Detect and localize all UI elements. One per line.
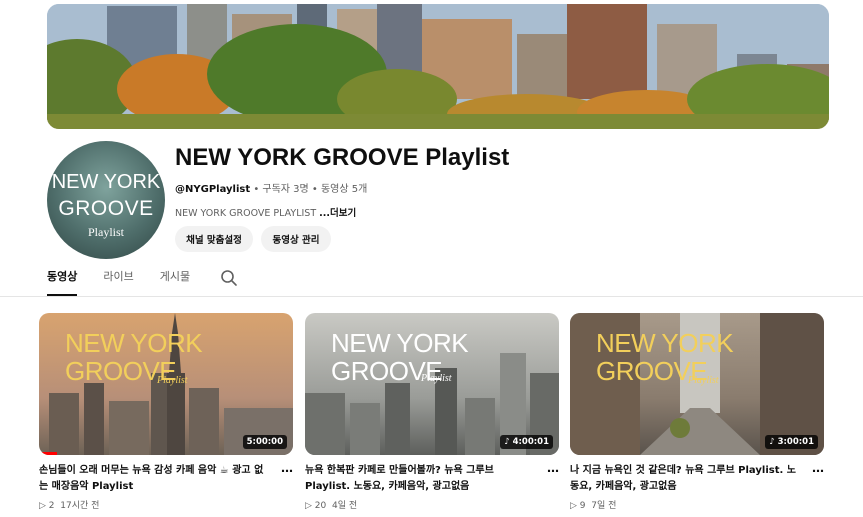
channel-description[interactable]: NEW YORK GROOVE PLAYLIST ...더보기 bbox=[175, 205, 356, 219]
avatar-line-1: NEW YORK bbox=[51, 171, 161, 193]
upload-age: 17시간 전 bbox=[60, 501, 100, 511]
tabs-divider bbox=[0, 296, 863, 297]
thumbnail-subtitle: Playlist bbox=[421, 373, 452, 384]
avatar-line-3: Playlist bbox=[87, 225, 124, 239]
video-card[interactable]: NEW YORK GROOVE Playlist ♪ 4:00:01 뉴욕 한복… bbox=[305, 313, 559, 511]
tab-live[interactable]: 라이브 bbox=[103, 264, 133, 296]
more-vert-icon[interactable]: ⋯ bbox=[547, 464, 559, 478]
video-meta: ▷ 20 4일 전 bbox=[305, 498, 559, 511]
video-thumbnail[interactable]: NEW YORK GROOVE Playlist 5:00:00 bbox=[39, 313, 293, 455]
thumbnail-title-line: NEW YORK bbox=[596, 328, 734, 358]
channel-banner bbox=[47, 4, 829, 129]
description-text: NEW YORK GROOVE PLAYLIST bbox=[175, 208, 317, 219]
manage-videos-button[interactable]: 동영상 관리 bbox=[261, 226, 331, 252]
view-count: ▷ 2 bbox=[39, 501, 55, 511]
thumbnail-subtitle: Playlist bbox=[688, 375, 719, 386]
thumbnail-subtitle: Playlist bbox=[157, 375, 188, 386]
more-vert-icon[interactable]: ⋯ bbox=[812, 464, 824, 478]
video-card[interactable]: NEW YORK GROOVE Playlist 5:00:00 손님들이 오래… bbox=[39, 313, 293, 511]
video-thumbnail[interactable]: NEW YORK GROOVE Playlist ♪ 3:00:01 bbox=[570, 313, 824, 455]
watch-progress bbox=[39, 452, 57, 455]
duration-badge: 5:00:00 bbox=[242, 435, 287, 449]
video-card[interactable]: NEW YORK GROOVE Playlist ♪ 3:00:01 나 지금 … bbox=[570, 313, 824, 511]
channel-avatar[interactable]: NEW YORK GROOVE Playlist bbox=[47, 141, 165, 259]
video-meta: ▷ 2 17시간 전 bbox=[39, 498, 293, 511]
video-thumbnail[interactable]: NEW YORK GROOVE Playlist ♪ 4:00:01 bbox=[305, 313, 559, 455]
tab-posts[interactable]: 게시물 bbox=[160, 264, 190, 296]
avatar-line-2: GROOVE bbox=[58, 197, 154, 220]
video-title[interactable]: 뉴욕 한복판 카페로 만들어볼까? 뉴욕 그루브 Playlist. 노동요, … bbox=[305, 463, 537, 495]
channel-stats: • 구독자 3명 • 동영상 5개 bbox=[253, 184, 368, 195]
thumbnail-title-line: NEW YORK bbox=[331, 328, 469, 358]
channel-meta: @NYGPlaylist • 구독자 3명 • 동영상 5개 bbox=[175, 180, 367, 195]
video-title[interactable]: 나 지금 뉴욕인 것 같은데? 뉴욕 그루브 Playlist. 노동요, 카페… bbox=[570, 463, 802, 495]
channel-name: NEW YORK GROOVE Playlist bbox=[175, 144, 510, 171]
video-title[interactable]: 손님들이 오래 머무는 뉴욕 감성 카페 음악 ☕ 광고 없는 매장음악 Pla… bbox=[39, 463, 271, 495]
view-count: ▷ 9 bbox=[570, 501, 586, 511]
upload-age: 4일 전 bbox=[331, 501, 358, 511]
customize-channel-button[interactable]: 채널 맞춤설정 bbox=[175, 226, 253, 252]
view-count: ▷ 20 bbox=[305, 501, 327, 511]
duration-badge: ♪ 3:00:01 bbox=[765, 435, 818, 449]
duration-badge: ♪ 4:00:01 bbox=[500, 435, 553, 449]
upload-age: 7일 전 bbox=[591, 501, 617, 511]
more-vert-icon[interactable]: ⋯ bbox=[281, 464, 293, 478]
channel-tabs: 동영상 라이브 게시물 bbox=[47, 264, 238, 296]
video-meta: ▷ 9 7일 전 bbox=[570, 498, 824, 511]
more-link[interactable]: ...더보기 bbox=[319, 208, 356, 219]
tab-videos[interactable]: 동영상 bbox=[47, 264, 78, 296]
channel-handle: @NYGPlaylist bbox=[175, 184, 251, 195]
thumbnail-title-line: NEW YORK bbox=[65, 328, 203, 358]
search-icon[interactable] bbox=[220, 269, 238, 287]
